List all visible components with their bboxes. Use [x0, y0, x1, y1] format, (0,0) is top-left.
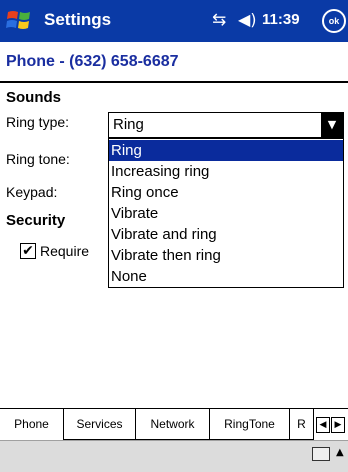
- page-header: Phone - (632) 658-6687: [0, 42, 348, 82]
- require-label: Require: [40, 243, 90, 259]
- tab-more[interactable]: R: [290, 409, 314, 440]
- ring-type-label: Ring type:: [6, 114, 70, 130]
- phone-number-title: Phone - (632) 658-6687: [6, 53, 179, 70]
- header-divider: [0, 81, 348, 83]
- tab-scroll-right-icon[interactable]: ▶: [331, 417, 345, 433]
- option-vibrate[interactable]: Vibrate: [109, 203, 343, 224]
- ok-button[interactable]: ok: [322, 9, 346, 33]
- clock[interactable]: 11:39: [262, 11, 300, 28]
- tab-services[interactable]: Services: [64, 409, 136, 440]
- keypad-label: Keypad:: [6, 184, 58, 200]
- tab-strip: Phone Services Network RingTone R: [0, 408, 348, 441]
- windows-flag-icon[interactable]: [6, 8, 32, 32]
- tab-scroll-left-icon[interactable]: ◀: [316, 417, 330, 433]
- title-bar: Settings ⇆ ◀) 11:39 ok: [0, 0, 348, 42]
- app-title: Settings: [44, 10, 112, 29]
- option-ring[interactable]: Ring: [109, 140, 343, 161]
- ring-type-select[interactable]: Ring ▼: [108, 112, 344, 138]
- tab-network[interactable]: Network: [136, 409, 210, 440]
- connectivity-icon[interactable]: ⇆: [212, 10, 226, 30]
- option-increasing-ring[interactable]: Increasing ring: [109, 161, 343, 182]
- menu-bar: [0, 440, 348, 472]
- ring-type-dropdown[interactable]: Ring Increasing ring Ring once Vibrate V…: [108, 138, 344, 288]
- option-ring-once[interactable]: Ring once: [109, 182, 343, 203]
- option-vibrate-then-ring[interactable]: Vibrate then ring: [109, 245, 343, 266]
- tab-phone[interactable]: Phone: [0, 409, 64, 440]
- option-vibrate-and-ring[interactable]: Vibrate and ring: [109, 224, 343, 245]
- tab-ringtone[interactable]: RingTone: [210, 409, 290, 440]
- input-menu-arrow-icon[interactable]: ▲: [336, 447, 344, 458]
- speaker-icon[interactable]: ◀): [238, 10, 257, 29]
- option-none[interactable]: None: [109, 266, 343, 287]
- keyboard-icon[interactable]: [312, 447, 330, 461]
- security-heading: Security: [6, 212, 66, 229]
- ring-type-value: Ring: [113, 116, 144, 133]
- sounds-heading: Sounds: [6, 89, 61, 106]
- ring-tone-label: Ring tone:: [6, 151, 70, 167]
- dropdown-arrow-icon[interactable]: ▼: [321, 113, 343, 137]
- require-checkbox[interactable]: ✔: [20, 243, 36, 259]
